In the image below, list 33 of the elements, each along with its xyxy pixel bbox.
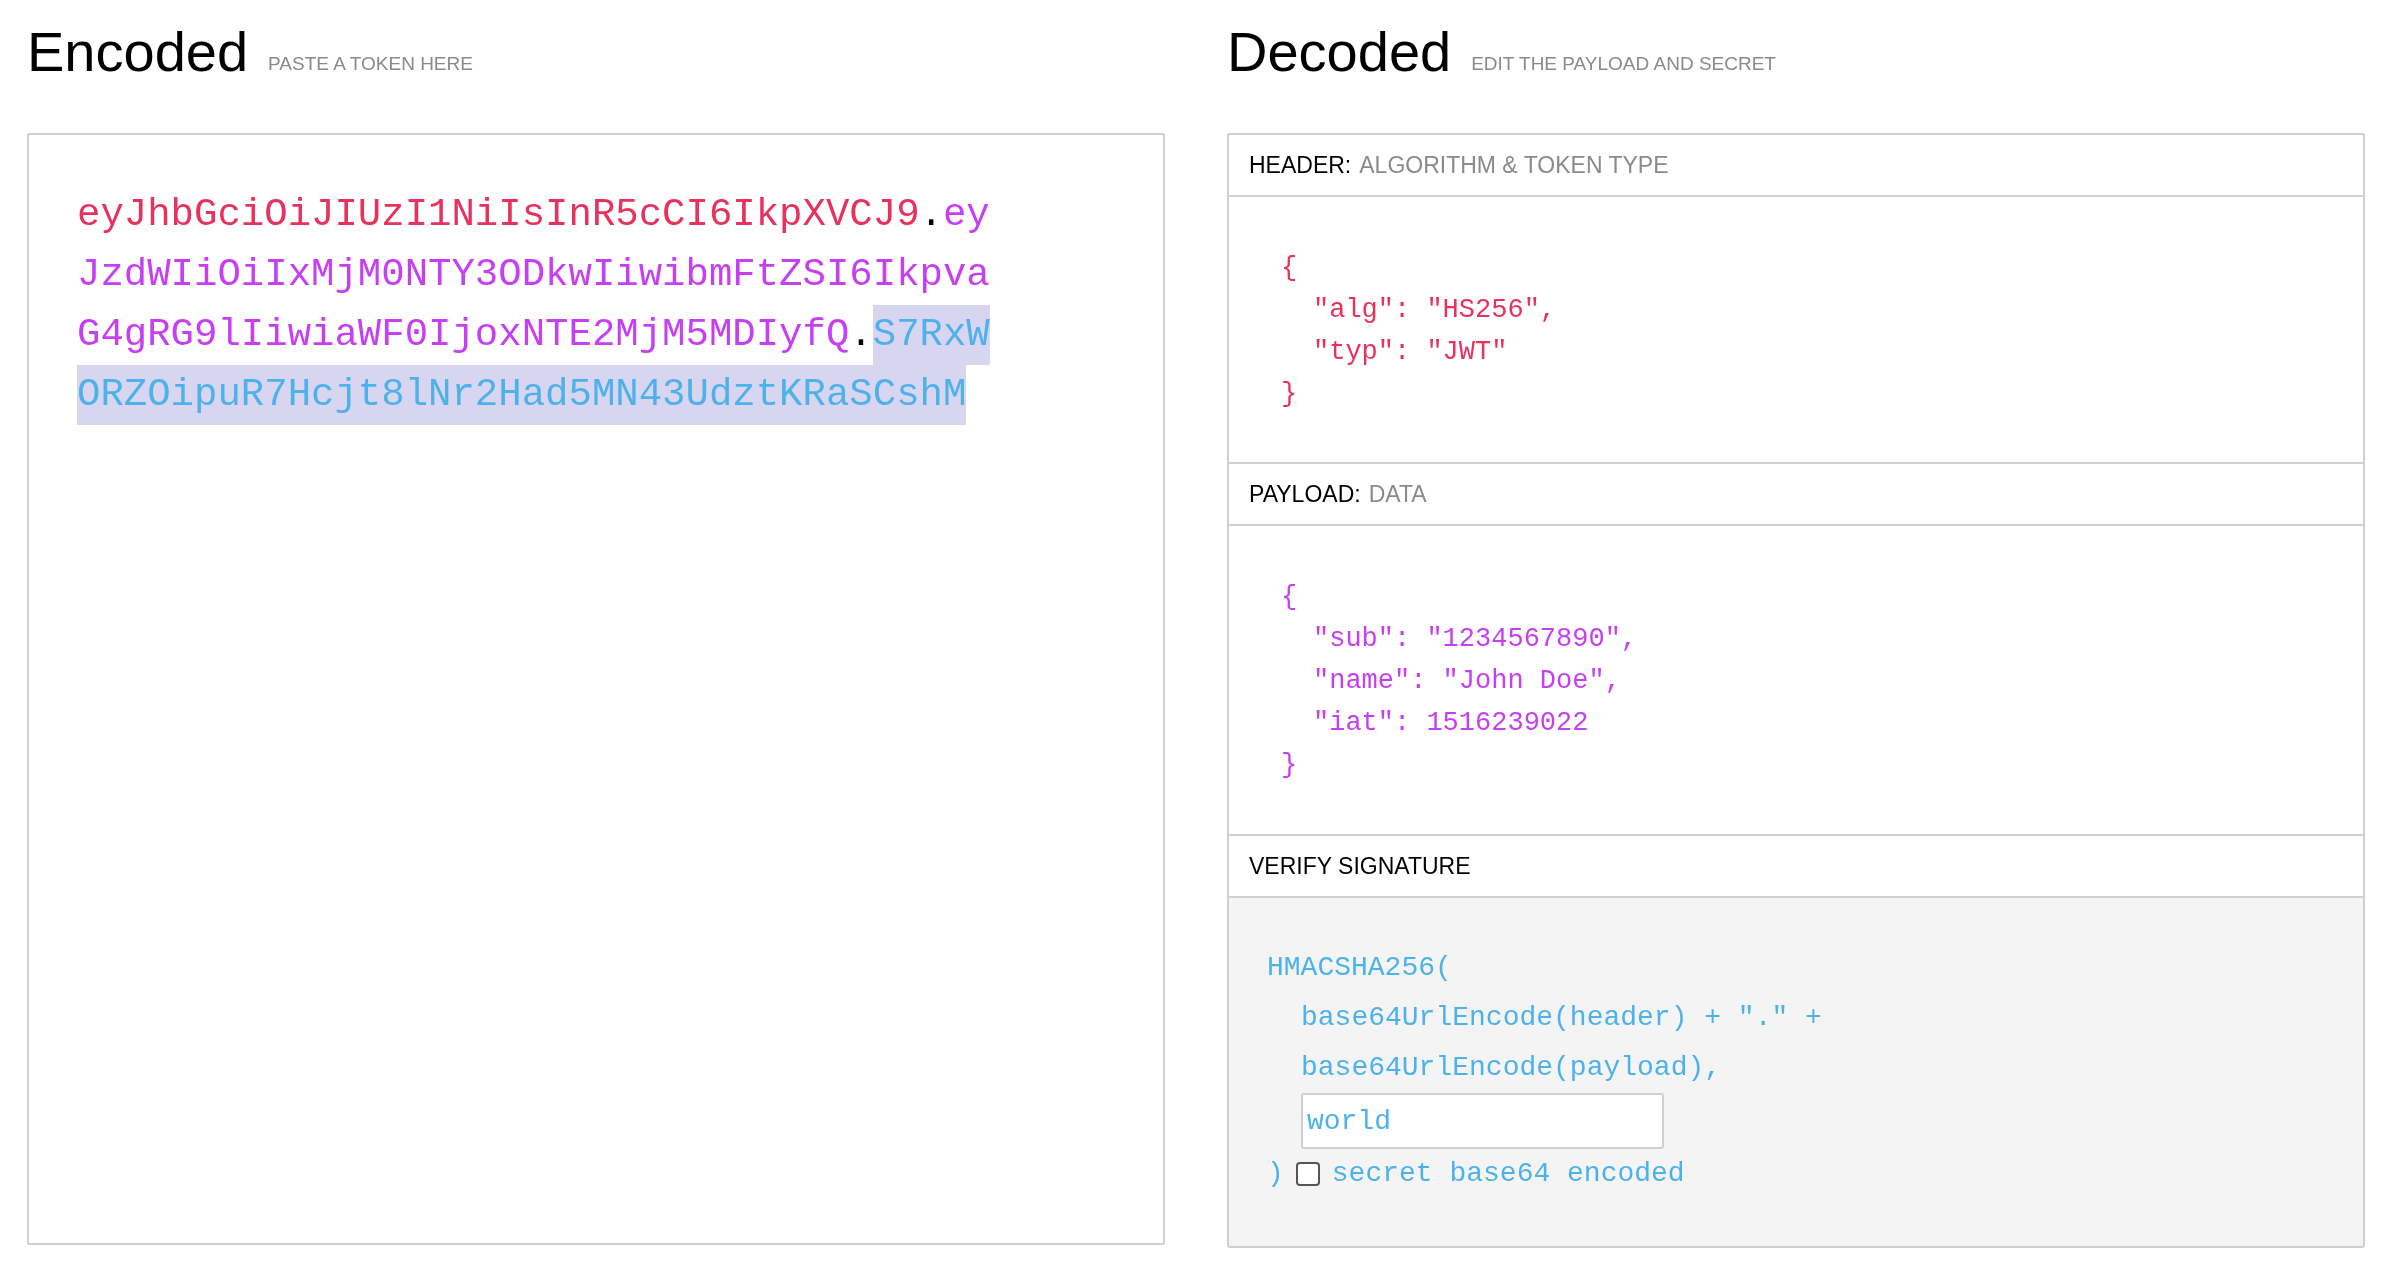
section-sublabel: DATA xyxy=(1368,479,1427,509)
json-brace: { xyxy=(1281,581,1298,614)
section-sublabel: ALGORITHM & TOKEN TYPE xyxy=(1359,150,1669,180)
json-brace: } xyxy=(1281,749,1298,782)
section-label: VERIFY SIGNATURE xyxy=(1249,851,1471,881)
token-editor[interactable]: eyJhbGciOiJIUzI1NiIsInR5cCI6IkpXVCJ9.ey JzdWIiOiIxMjM0NTY3ODkwIiwibmFtZSI6Ikpva G4gRG9lIiwiaWF0IjoxNTE2MjM5MDIyfQ.S7RxW ORZOipuR7Hcjt8lNr2Had5MN43UdztKRaSCshM xyxy=(27,133,1165,1245)
token-text: . xyxy=(919,192,943,239)
code-line: ) xyxy=(1267,1157,1284,1191)
json-brace: } xyxy=(1281,378,1298,411)
section-hint: PASTE A TOKEN HERE xyxy=(268,51,473,76)
checkbox-label: secret base64 encoded xyxy=(1331,1157,1685,1191)
section-label: PAYLOAD: xyxy=(1249,479,1361,509)
section-title: Encoded xyxy=(27,24,249,80)
section-hint: EDIT THE PAYLOAD AND SECRET xyxy=(1471,51,1776,76)
token-text: S7RxW xyxy=(872,305,990,365)
json-entry: "typ": "JWT" xyxy=(1313,336,1508,369)
json-entry: "name": "John Doe", xyxy=(1313,665,1621,698)
json-brace: { xyxy=(1281,252,1298,285)
token-text: . xyxy=(849,312,873,359)
code-line: base64UrlEncode(payload), xyxy=(1301,1051,1722,1085)
json-entry: "sub": "1234567890", xyxy=(1313,623,1638,656)
token-text: eyJhbGciOiJIUzI1NiIsInR5cCI6IkpXVCJ9 xyxy=(77,192,920,239)
section-label: HEADER: xyxy=(1249,150,1352,180)
json-entry: "alg": "HS256", xyxy=(1313,294,1557,327)
token-text: ey xyxy=(942,192,990,239)
code-line: HMACSHA256( xyxy=(1267,951,1452,985)
section-title: Decoded xyxy=(1227,24,1452,80)
token-text: JzdWIiOiIxMjM0NTY3ODkwIiwibmFtZSI6Ikpva xyxy=(77,252,990,299)
token-text: ORZOipuR7Hcjt8lNr2Had5MN43UdztKRaSCshM xyxy=(77,365,967,425)
code-line: base64UrlEncode(header) + "." + xyxy=(1301,1001,1822,1035)
token-text: G4gRG9lIiwiaWF0IjoxNTE2MjM5MDIyfQ xyxy=(77,312,850,359)
checkbox[interactable] xyxy=(1295,1162,1320,1186)
json-entry: "iat": 1516239022 xyxy=(1313,707,1589,740)
